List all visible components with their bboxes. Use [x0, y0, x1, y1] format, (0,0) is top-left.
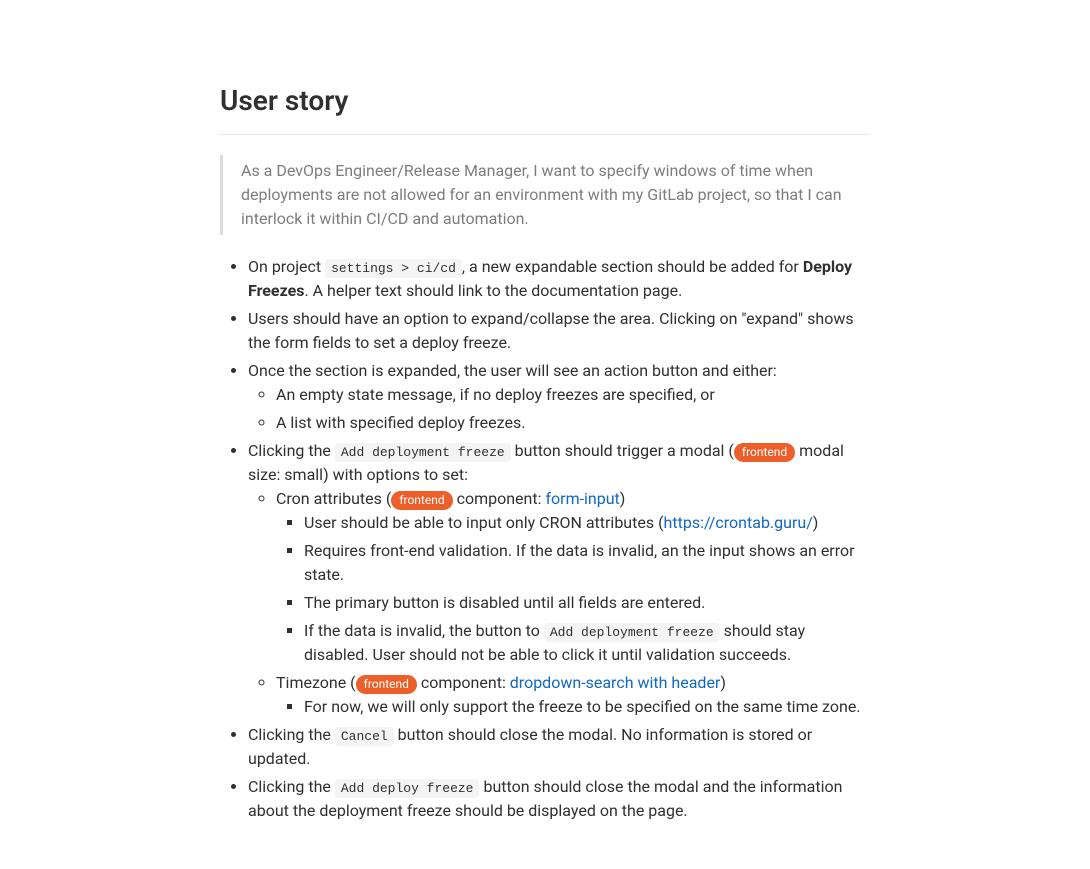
- list-item: For now, we will only support the freeze…: [304, 695, 870, 719]
- text: component:: [453, 489, 546, 508]
- list-item: Users should have an option to expand/co…: [248, 307, 870, 355]
- form-input-link[interactable]: form-input: [545, 489, 619, 508]
- frontend-label: frontend: [734, 443, 795, 462]
- list-item: A list with specified deploy freezes.: [276, 411, 870, 435]
- text: On project: [248, 257, 325, 276]
- dropdown-link[interactable]: dropdown-search with header: [510, 673, 721, 692]
- quote-text: As a DevOps Engineer/Release Manager, I …: [241, 159, 870, 231]
- text: Timezone (: [276, 673, 356, 692]
- text: Cron attributes (: [276, 489, 391, 508]
- code-snippet: Add deployment freeze: [544, 623, 720, 642]
- text: If the data is invalid, the button to: [304, 621, 544, 640]
- user-story-quote: As a DevOps Engineer/Release Manager, I …: [220, 155, 870, 235]
- text: component:: [417, 673, 510, 692]
- text: . A helper text should link to the docum…: [304, 281, 682, 300]
- list-item: If the data is invalid, the button to Ad…: [304, 619, 870, 667]
- text: Clicking the: [248, 725, 335, 744]
- list-item: Clicking the Add deploy freeze button sh…: [248, 775, 870, 823]
- frontend-label: frontend: [356, 675, 417, 694]
- list-item: User should be able to input only CRON a…: [304, 511, 870, 535]
- code-snippet: Cancel: [335, 727, 394, 746]
- text: ): [720, 673, 726, 692]
- list-item: Cron attributes (frontend component: for…: [276, 487, 870, 667]
- text: , a new expandable section should be add…: [462, 257, 803, 276]
- text: ): [813, 513, 819, 532]
- text: User should be able to input only CRON a…: [304, 513, 664, 532]
- code-snippet: Add deployment freeze: [335, 443, 511, 462]
- list-item: Requires front-end validation. If the da…: [304, 539, 870, 587]
- list-item: Timezone (frontend component: dropdown-s…: [276, 671, 870, 719]
- text: Clicking the: [248, 441, 335, 460]
- text: Clicking the: [248, 777, 335, 796]
- code-snippet: Add deploy freeze: [335, 779, 480, 798]
- list-item: The primary button is disabled until all…: [304, 591, 870, 615]
- text: button should trigger a modal (: [511, 441, 734, 460]
- text: Once the section is expanded, the user w…: [248, 361, 777, 380]
- spec-list: On project settings > ci/cd, a new expan…: [220, 255, 870, 823]
- code-snippet: settings > ci/cd: [325, 259, 462, 278]
- list-item: Clicking the Cancel button should close …: [248, 723, 870, 771]
- page-title: User story: [220, 80, 870, 135]
- list-item: An empty state message, if no deploy fre…: [276, 383, 870, 407]
- list-item: Once the section is expanded, the user w…: [248, 359, 870, 435]
- text: ): [620, 489, 626, 508]
- list-item: On project settings > ci/cd, a new expan…: [248, 255, 870, 303]
- crontab-link[interactable]: https://crontab.guru/: [664, 513, 813, 532]
- list-item: Clicking the Add deployment freeze butto…: [248, 439, 870, 719]
- frontend-label: frontend: [391, 491, 452, 510]
